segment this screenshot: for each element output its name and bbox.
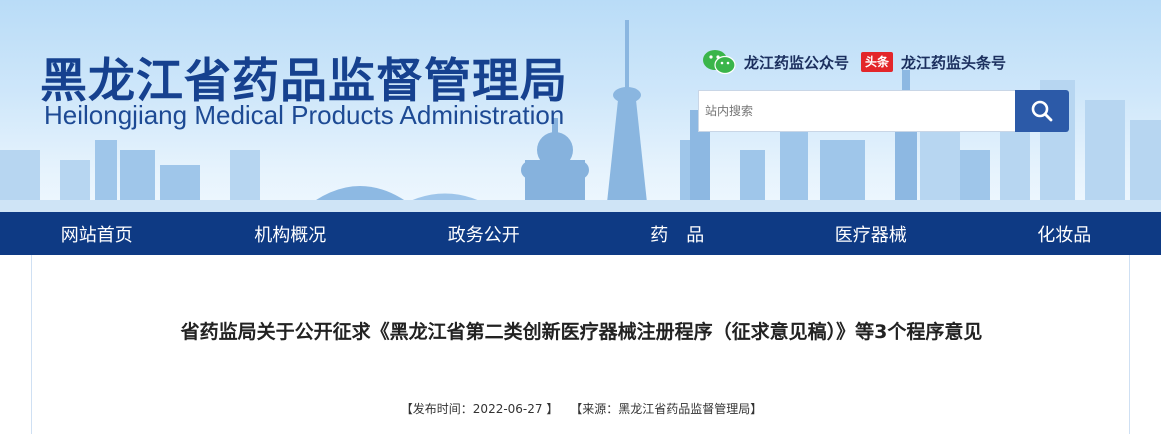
search-button[interactable]	[1015, 90, 1069, 132]
article-meta: 【发布时间：2022-06-27 】 【来源：黑龙江省药品监督管理局】	[32, 400, 1131, 417]
nav-home[interactable]: 网站首页	[0, 212, 194, 255]
nav-gov-affairs[interactable]: 政务公开	[387, 212, 581, 255]
nav-cosmetics[interactable]: 化妆品	[968, 212, 1161, 255]
article-container: 省药监局关于公开征求《黑龙江省第二类创新医疗器械注册程序（征求意见稿）》等3个程…	[31, 255, 1130, 434]
wechat-account-link[interactable]: 龙江药监公众号	[744, 52, 849, 73]
nav-drugs[interactable]: 药 品	[581, 212, 775, 255]
site-header: 黑龙江省药品监督管理局 Heilongjiang Medical Product…	[0, 0, 1161, 212]
wechat-icon[interactable]	[702, 49, 736, 75]
publish-time: 【发布时间：2022-06-27 】	[400, 402, 559, 416]
toutiao-icon[interactable]: 头条	[861, 52, 894, 72]
search-input[interactable]	[698, 90, 1016, 132]
social-links: 龙江药监公众号 头条 龙江药监头条号	[702, 48, 1018, 76]
site-title-en: Heilongjiang Medical Products Administra…	[44, 100, 565, 130]
nav-about[interactable]: 机构概况	[194, 212, 388, 255]
main-nav: 网站首页 机构概况 政务公开 药 品 医疗器械 化妆品	[0, 212, 1161, 255]
article-source: 【来源：黑龙江省药品监督管理局】	[570, 402, 763, 416]
search-icon	[1031, 100, 1053, 122]
article-title: 省药监局关于公开征求《黑龙江省第二类创新医疗器械注册程序（征求意见稿）》等3个程…	[180, 321, 983, 343]
toutiao-account-link[interactable]: 龙江药监头条号	[901, 52, 1006, 73]
nav-medical-devices[interactable]: 医疗器械	[774, 212, 968, 255]
